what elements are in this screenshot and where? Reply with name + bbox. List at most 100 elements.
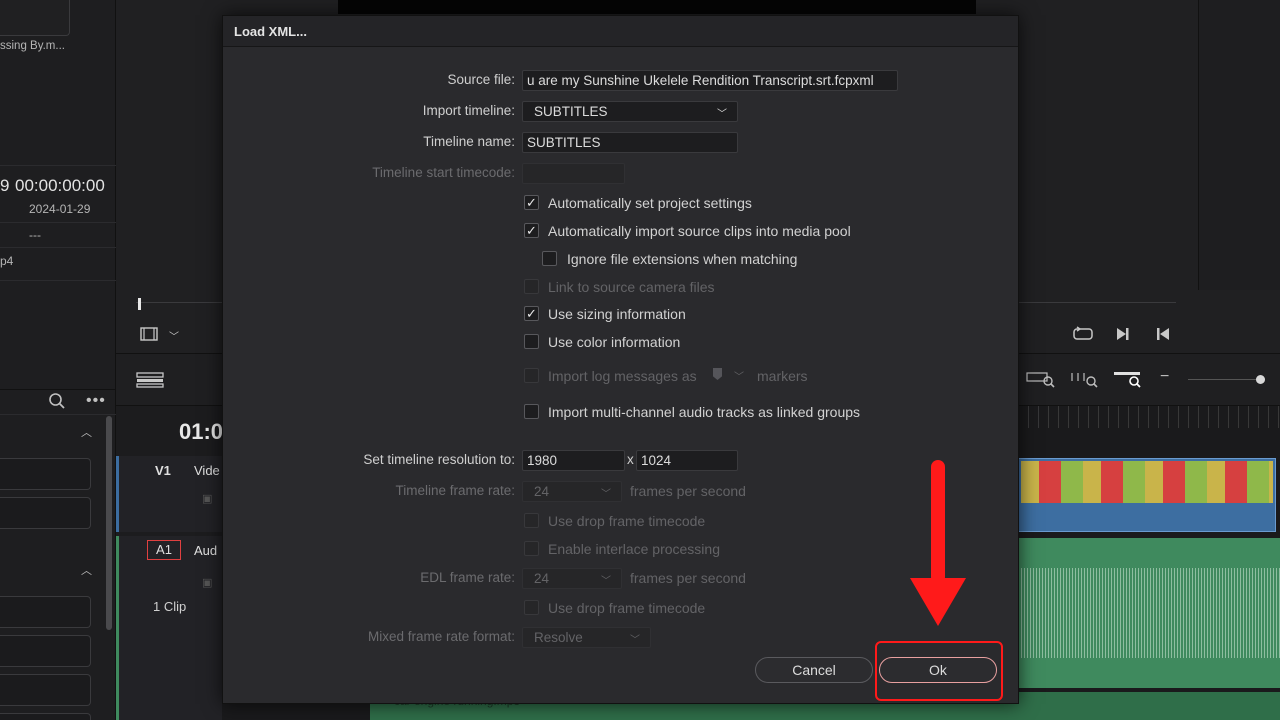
frame-rate-unit: frames per second bbox=[630, 483, 746, 499]
audio-clip[interactable] bbox=[1018, 538, 1280, 688]
frame-rate-select[interactable]: 24 ﹀ bbox=[522, 481, 622, 502]
side-panel bbox=[1198, 0, 1280, 290]
divider bbox=[0, 247, 116, 248]
next-frame-icon[interactable] bbox=[1116, 327, 1130, 346]
dialog-title: Load XML... bbox=[223, 16, 1018, 47]
resolution-width-field[interactable]: 1980 bbox=[522, 450, 625, 471]
zoom-detail-icon[interactable] bbox=[1070, 370, 1100, 393]
resolution-height-field[interactable]: 1024 bbox=[636, 450, 738, 471]
chevron-up-icon[interactable]: ︿ bbox=[81, 424, 92, 440]
zoom-out-icon[interactable]: − bbox=[1160, 368, 1169, 386]
auto-import-clips-label: Automatically import source clips into m… bbox=[548, 223, 851, 239]
ignore-extensions-checkbox[interactable] bbox=[542, 251, 557, 266]
list-item[interactable] bbox=[0, 458, 91, 490]
list-item[interactable] bbox=[0, 635, 91, 667]
divider bbox=[0, 389, 116, 390]
clip-file-ext: p4 bbox=[0, 254, 14, 268]
timeline-view-icon[interactable] bbox=[136, 372, 164, 393]
lock-icon[interactable]: ▣ bbox=[202, 576, 212, 589]
list-item[interactable] bbox=[0, 713, 91, 720]
source-file-field[interactable]: u are my Sunshine Ukelele Rendition Tran… bbox=[522, 70, 898, 91]
timeline-start-label: Timeline start timecode: bbox=[372, 165, 515, 180]
playhead-handle[interactable] bbox=[138, 298, 141, 310]
mixed-rate-value: Resolve bbox=[534, 630, 583, 645]
timeline-timecode: 01:0 bbox=[179, 419, 224, 444]
interlace-label: Enable interlace processing bbox=[548, 541, 720, 557]
zoom-slider[interactable] bbox=[1188, 379, 1258, 380]
chevron-down-icon: ﹀ bbox=[601, 489, 611, 500]
divider bbox=[0, 165, 116, 166]
zoom-custom-icon[interactable] bbox=[1113, 370, 1145, 393]
more-options-icon[interactable]: ••• bbox=[86, 392, 106, 410]
list-item[interactable] bbox=[0, 674, 91, 706]
time-ruler[interactable] bbox=[1018, 406, 1280, 428]
use-sizing-label: Use sizing information bbox=[548, 306, 686, 322]
load-xml-dialog: Load XML... Source file: u are my Sunshi… bbox=[222, 15, 1019, 704]
lock-icon[interactable]: ▣ bbox=[202, 492, 212, 505]
media-pool-panel: ssing By.m... 9 00:00:00:00 2024-01-29 -… bbox=[0, 0, 116, 720]
list-item[interactable] bbox=[0, 497, 91, 529]
audio-track-name: Aud bbox=[194, 543, 218, 558]
ok-highlight-box bbox=[875, 641, 1003, 701]
app-window: ssing By.m... 9 00:00:00:00 2024-01-29 -… bbox=[0, 0, 1280, 720]
chevron-down-icon[interactable]: ﹀ bbox=[734, 368, 744, 383]
arrow-down-icon bbox=[908, 456, 968, 633]
video-clip-thumbnails bbox=[1021, 461, 1273, 503]
edl-drop-frame-label: Use drop frame timecode bbox=[548, 600, 706, 616]
clip-thumbnail[interactable] bbox=[0, 0, 70, 36]
multichannel-audio-label: Import multi-channel audio tracks as lin… bbox=[548, 404, 861, 420]
markers-label: markers bbox=[757, 368, 808, 384]
list-item[interactable] bbox=[0, 596, 91, 628]
import-timeline-select[interactable]: SUBTITLES ﹀ bbox=[522, 101, 738, 122]
cancel-button[interactable]: Cancel bbox=[755, 657, 873, 683]
audio-track-header[interactable] bbox=[116, 536, 222, 720]
audio-waveform bbox=[1018, 568, 1280, 658]
divider bbox=[0, 414, 116, 415]
chevron-down-icon: ﹀ bbox=[717, 109, 727, 120]
divider bbox=[0, 222, 116, 223]
edl-rate-select[interactable]: 24 ﹀ bbox=[522, 568, 622, 589]
zoom-fit-icon[interactable] bbox=[1026, 370, 1056, 393]
link-camera-files-checkbox[interactable] bbox=[524, 279, 539, 294]
timeline-name-label: Timeline name: bbox=[423, 134, 515, 149]
edl-drop-frame-checkbox[interactable] bbox=[524, 600, 539, 615]
divider bbox=[0, 280, 116, 281]
multichannel-audio-checkbox[interactable] bbox=[524, 404, 539, 419]
chevron-up-icon[interactable]: ︿ bbox=[81, 562, 92, 578]
drop-frame-checkbox[interactable] bbox=[524, 513, 539, 528]
video-clip[interactable] bbox=[1018, 458, 1276, 532]
loop-icon[interactable] bbox=[1072, 326, 1094, 347]
auto-project-settings-checkbox[interactable]: ✓ bbox=[524, 195, 539, 210]
use-sizing-checkbox[interactable]: ✓ bbox=[524, 306, 539, 321]
source-timecode: 00:00:00:00 bbox=[15, 176, 105, 195]
edl-rate-unit: frames per second bbox=[630, 570, 746, 586]
clip-count: 1 Clip bbox=[153, 599, 187, 614]
interlace-checkbox[interactable] bbox=[524, 541, 539, 556]
chevron-down-icon: ﹀ bbox=[630, 635, 640, 646]
frame-rate-value: 24 bbox=[534, 484, 550, 499]
mixed-rate-select[interactable]: Resolve ﹀ bbox=[522, 627, 651, 648]
search-icon[interactable] bbox=[48, 392, 66, 415]
mixed-rate-label: Mixed frame rate format: bbox=[367, 629, 515, 644]
edl-rate-value: 24 bbox=[534, 571, 550, 586]
a1-label[interactable]: A1 bbox=[147, 540, 181, 560]
source-file-label: Source file: bbox=[447, 72, 515, 87]
use-color-checkbox[interactable] bbox=[524, 334, 539, 349]
import-log-checkbox[interactable] bbox=[524, 368, 539, 383]
timecode-prefix: 9 bbox=[0, 176, 10, 195]
scrollbar[interactable] bbox=[106, 416, 112, 630]
viewer-options-icon[interactable] bbox=[140, 327, 160, 346]
viewer-frame bbox=[338, 0, 976, 14]
import-log-label: Import log messages as bbox=[548, 368, 697, 384]
timeline-name-field[interactable]: SUBTITLES bbox=[522, 132, 738, 153]
previous-frame-icon[interactable] bbox=[1156, 327, 1170, 346]
zoom-slider-handle[interactable] bbox=[1256, 375, 1265, 384]
auto-project-settings-label: Automatically set project settings bbox=[548, 195, 752, 211]
auto-import-clips-checkbox[interactable]: ✓ bbox=[524, 223, 539, 238]
marker-icon[interactable] bbox=[713, 368, 722, 380]
timeline-start-field[interactable] bbox=[522, 163, 625, 184]
ignore-extensions-label: Ignore file extensions when matching bbox=[567, 251, 798, 267]
resolution-label: Set timeline resolution to: bbox=[363, 452, 515, 467]
video-track-name: Vide bbox=[194, 463, 220, 478]
chevron-down-icon[interactable]: ﹀ bbox=[169, 328, 179, 343]
